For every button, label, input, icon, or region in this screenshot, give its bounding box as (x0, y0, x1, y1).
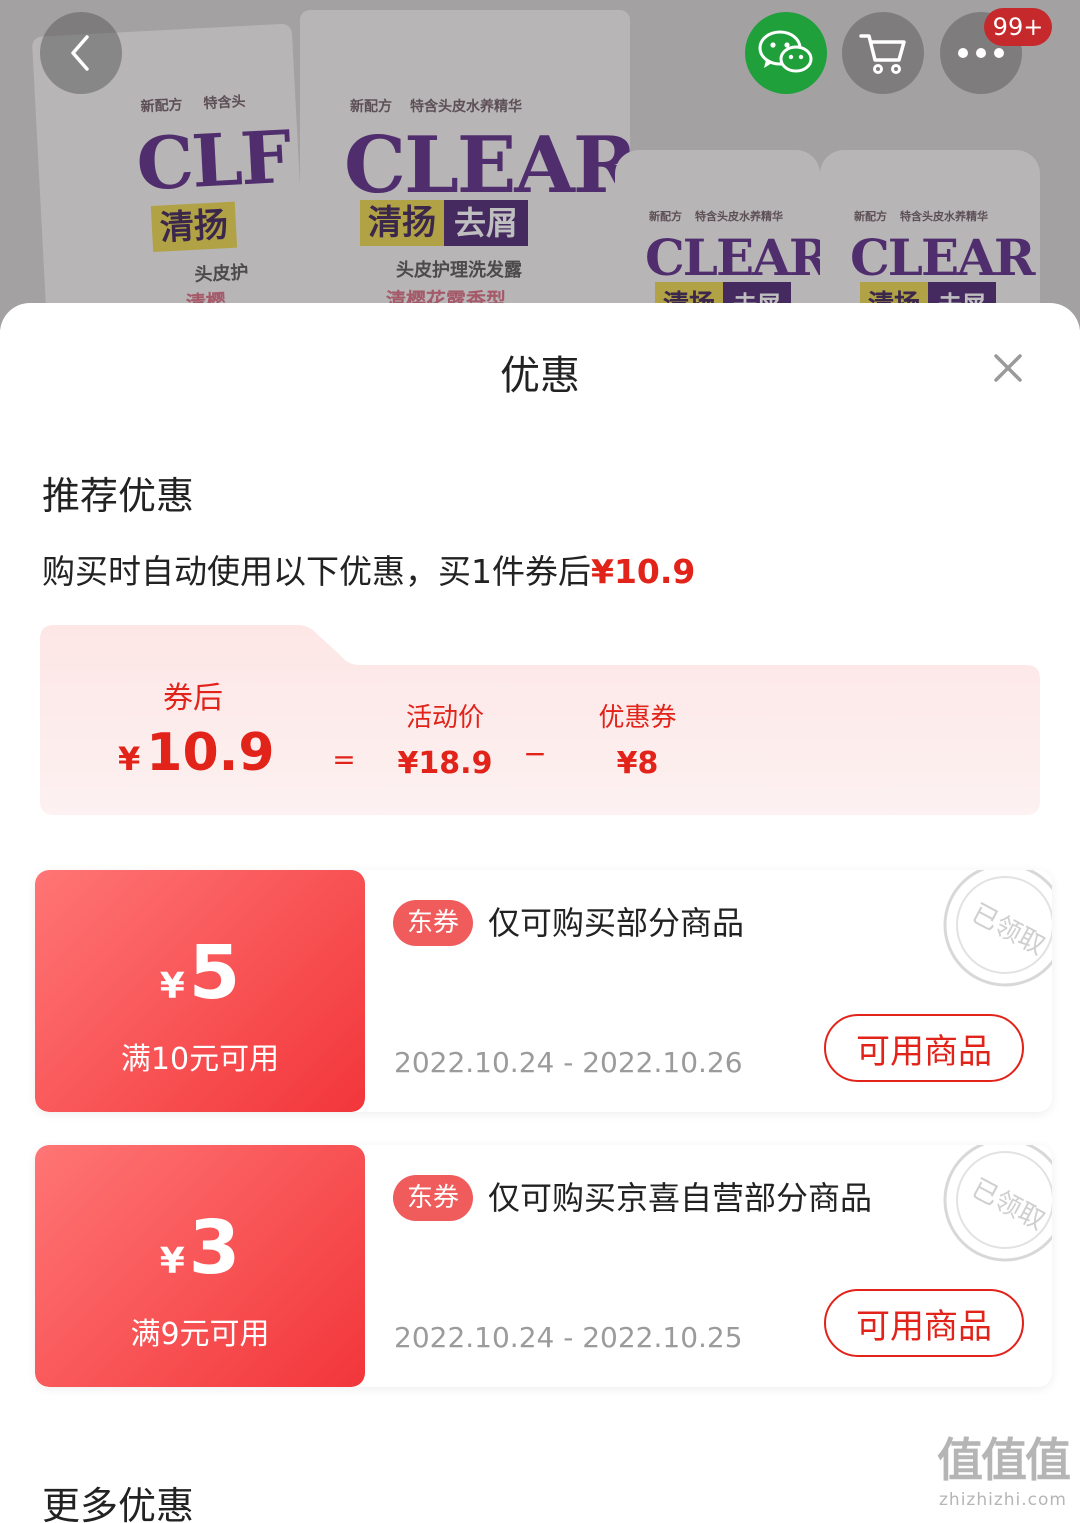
coupon-validity-date: 2022.10.24 - 2022.10.26 (394, 1046, 743, 1079)
coupon-card: ¥5 满10元可用 东券 仅可购买部分商品 2022.10.24 - 2022.… (35, 870, 1052, 1112)
equals-sign: = (332, 743, 356, 776)
sheet-title: 优惠 (500, 353, 580, 399)
coupon-amount-panel: ¥5 满10元可用 (35, 870, 365, 1112)
coupon-type-tag: 东券 (393, 900, 474, 946)
coupon-amount: ¥3 (35, 1203, 365, 1307)
cart-icon (859, 34, 906, 74)
stamp-text: 已领取 (967, 1173, 1050, 1236)
recommended-title: 推荐优惠 (42, 474, 195, 518)
wechat-icon (758, 30, 813, 73)
watermark-url: zhizhizhi.com (939, 1490, 1067, 1510)
stamp-text: 已领取 (967, 898, 1050, 961)
after-coupon-amount: 10.9 (146, 723, 275, 783)
yen-sign: ¥ (118, 740, 141, 778)
available-products-button[interactable]: 可用商品 (824, 1014, 1024, 1082)
close-icon (994, 354, 1022, 382)
available-products-button[interactable]: 可用商品 (824, 1289, 1024, 1357)
activity-price-label: 活动价 (405, 703, 484, 733)
coupon-card: ¥3 满9元可用 东券 仅可购买京喜自营部分商品 2022.10.24 - 20… (35, 1145, 1052, 1387)
discount-sheet: 优惠 推荐优惠 购买时自动使用以下优惠，买1件券后¥10.9 券后 ¥10.9 … (0, 303, 1080, 1523)
recommended-description: 购买时自动使用以下优惠，买1件券后¥10.9 (42, 545, 695, 593)
close-button[interactable] (985, 345, 1031, 391)
message-count-badge: 99+ (984, 8, 1052, 46)
claimed-stamp-icon: 已领取 (943, 1145, 1052, 1262)
yen-sign: ¥ (159, 966, 185, 1007)
recommended-desc-text: 购买时自动使用以下优惠，买1件券后 (42, 552, 591, 591)
site-watermark: 值值值 zhizhizhi.com (928, 1430, 1078, 1510)
after-coupon-label: 券后 (163, 681, 223, 716)
coupon-discount-value: ¥8 (616, 746, 659, 781)
back-button[interactable] (40, 12, 122, 94)
wechat-share-button[interactable] (745, 12, 827, 94)
claimed-stamp-icon: 已领取 (943, 870, 1052, 987)
watermark-logo: 值值值 (937, 1433, 1071, 1487)
coupon-type-tag: 东券 (393, 1175, 474, 1221)
minus-sign: − (523, 737, 547, 770)
coupon-discount: 优惠券 ¥8 (580, 697, 695, 781)
price-summary-card: 券后 ¥10.9 = 活动价 ¥18.9 − 优惠券 ¥8 (40, 625, 1040, 815)
after-coupon-price: 券后 ¥10.9 (118, 673, 275, 783)
yen-sign: ¥ (159, 1241, 185, 1282)
coupon-amount-panel: ¥3 满9元可用 (35, 1145, 365, 1387)
coupon-condition: 满9元可用 (130, 1317, 270, 1352)
chevron-left-icon (71, 35, 89, 71)
more-dots-icon (958, 48, 1004, 58)
activity-price-value: ¥18.9 (397, 746, 493, 781)
recommended-desc-price: ¥10.9 (591, 552, 696, 591)
coupon-amount-value: 3 (188, 1205, 241, 1291)
coupon-condition: 满10元可用 (120, 1042, 280, 1077)
coupon-description: 仅可购买部分商品 (488, 904, 745, 942)
coupon-amount-value: 5 (188, 930, 241, 1016)
activity-price: 活动价 ¥18.9 (380, 697, 510, 781)
coupon-description: 仅可购买京喜自营部分商品 (488, 1179, 873, 1217)
coupon-amount: ¥5 (35, 928, 365, 1032)
cart-button[interactable] (842, 12, 924, 94)
more-discounts-title: 更多优惠 (42, 1484, 195, 1523)
after-coupon-value: ¥10.9 (118, 723, 275, 783)
coupon-validity-date: 2022.10.24 - 2022.10.25 (394, 1321, 743, 1354)
coupon-discount-label: 优惠券 (598, 703, 677, 733)
